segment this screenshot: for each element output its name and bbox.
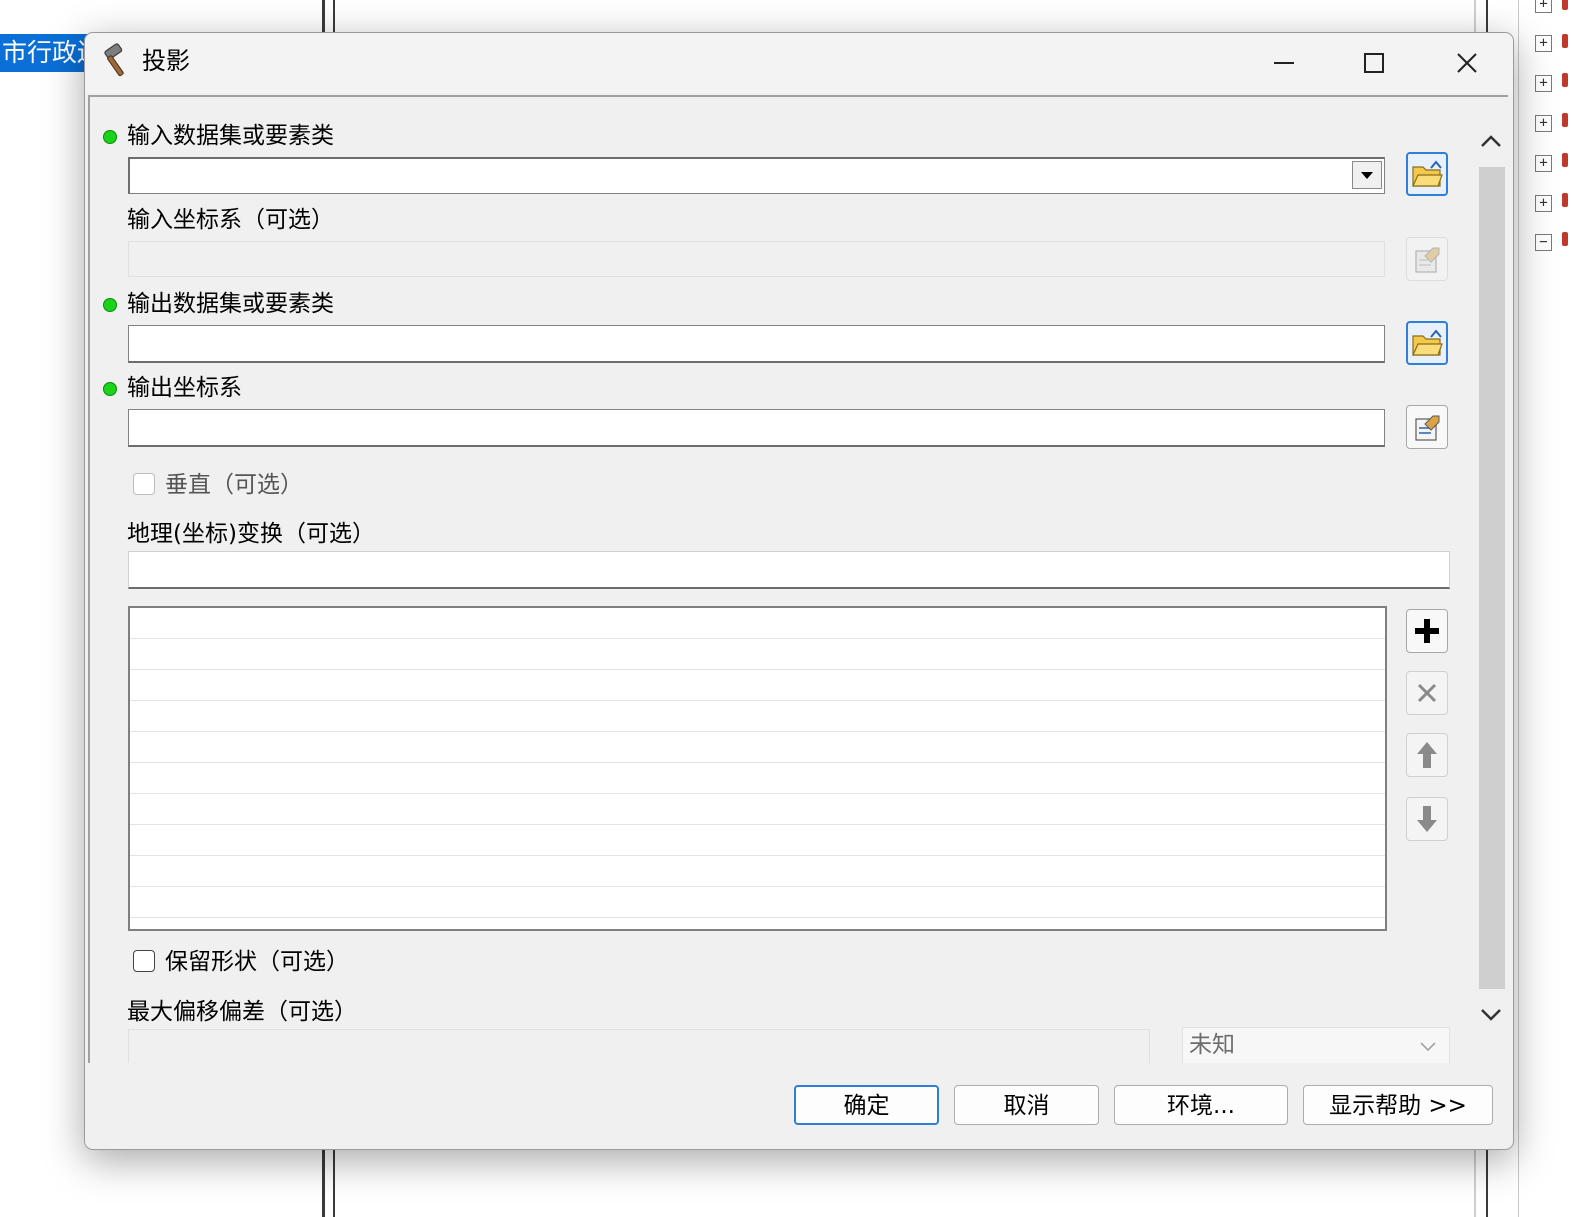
maximize-icon: [1364, 53, 1384, 73]
output-dataset-field[interactable]: [128, 325, 1385, 363]
list-item[interactable]: [130, 732, 1385, 763]
output-crs-properties-button[interactable]: [1406, 405, 1448, 449]
close-button[interactable]: [1421, 33, 1513, 93]
title-bar[interactable]: 投影: [85, 33, 1513, 93]
preserve-shape-checkbox[interactable]: [133, 950, 155, 972]
list-item[interactable]: [130, 670, 1385, 701]
max-deviation-unit-value: 未知: [1189, 1032, 1235, 1058]
chevron-down-icon: [1481, 1009, 1501, 1021]
max-deviation-label: 最大偏移偏差（可选）: [127, 999, 357, 1025]
scroll-up-button[interactable]: [1477, 127, 1505, 155]
tree-item-icon: [1562, 232, 1568, 246]
max-deviation-field: [128, 1029, 1150, 1064]
input-dataset-dropdown-button[interactable]: [1352, 161, 1382, 189]
scroll-down-button[interactable]: [1477, 1001, 1505, 1029]
geo-transform-field[interactable]: [128, 551, 1450, 589]
required-indicator-icon: [103, 382, 117, 396]
hammer-icon: [99, 43, 135, 79]
maximize-button[interactable]: [1328, 33, 1420, 93]
vertical-checkbox: [133, 473, 155, 495]
vertical-label: 垂直（可选）: [165, 472, 303, 498]
required-indicator-icon: [103, 130, 117, 144]
dialog-title: 投影: [142, 47, 190, 75]
open-folder-icon: [1412, 329, 1443, 356]
input-dataset-label: 输入数据集或要素类: [127, 123, 334, 149]
scrollbar-thumb[interactable]: [1479, 167, 1505, 989]
chevron-down-icon: [1361, 172, 1373, 179]
tree-expand-icon[interactable]: +: [1535, 155, 1552, 172]
tree-item-icon: [1562, 193, 1568, 207]
open-folder-icon: [1412, 160, 1443, 187]
add-transformation-button[interactable]: [1406, 609, 1448, 653]
output-dataset-label: 输出数据集或要素类: [127, 291, 334, 317]
chevron-up-icon: [1481, 135, 1501, 147]
minimize-button[interactable]: [1238, 33, 1330, 93]
add-icon: [1415, 619, 1439, 643]
list-item[interactable]: [130, 887, 1385, 918]
preserve-shape-label: 保留形状（可选）: [165, 949, 349, 975]
tree-expand-icon[interactable]: +: [1535, 115, 1552, 132]
browse-output-button[interactable]: [1406, 321, 1448, 365]
projection-dialog: 投影 输入数据集或要素类 输入坐标系（可选） 输出数据集或要素类 输出坐标系 垂…: [84, 32, 1514, 1150]
tree-expand-icon[interactable]: +: [1535, 75, 1552, 92]
ok-button[interactable]: 确定: [794, 1085, 939, 1125]
input-crs-properties-button: [1406, 237, 1448, 281]
crs-properties-icon: [1415, 247, 1440, 273]
remove-icon: [1417, 683, 1437, 703]
max-deviation-unit-select: 未知: [1182, 1027, 1450, 1064]
tree-item-icon: [1562, 73, 1568, 87]
browse-input-button[interactable]: [1406, 152, 1448, 196]
geo-transform-label: 地理(坐标)变换（可选）: [127, 521, 375, 547]
show-help-button[interactable]: 显示帮助 >>: [1303, 1085, 1493, 1125]
tree-item-icon: [1562, 0, 1568, 10]
transformation-list[interactable]: [128, 606, 1387, 931]
environments-button[interactable]: 环境...: [1114, 1085, 1288, 1125]
input-crs-label: 输入坐标系（可选）: [127, 207, 334, 233]
tree-collapse-icon[interactable]: −: [1535, 234, 1552, 251]
background-catalog-tree: [1518, 0, 1571, 1217]
list-item[interactable]: [130, 794, 1385, 825]
tree-expand-icon[interactable]: +: [1535, 35, 1552, 52]
tree-item-icon: [1562, 153, 1568, 167]
output-crs-field[interactable]: [128, 409, 1385, 447]
dialog-footer: 确定 取消 环境... 显示帮助 >>: [85, 1063, 1513, 1149]
list-item[interactable]: [130, 825, 1385, 856]
cancel-button[interactable]: 取消: [954, 1085, 1099, 1125]
crs-properties-icon: [1415, 415, 1440, 441]
required-indicator-icon: [103, 298, 117, 312]
list-item[interactable]: [130, 608, 1385, 639]
close-icon: [1457, 53, 1477, 73]
list-item[interactable]: [130, 856, 1385, 887]
list-item[interactable]: [130, 701, 1385, 732]
output-crs-label: 输出坐标系: [127, 375, 242, 401]
input-crs-field: [128, 241, 1385, 277]
move-up-icon: [1417, 742, 1437, 768]
vertical-scrollbar[interactable]: [1473, 125, 1508, 1064]
minimize-icon: [1274, 62, 1294, 64]
chevron-down-icon: [1420, 1042, 1436, 1052]
tree-item-icon: [1562, 113, 1568, 127]
list-item[interactable]: [130, 639, 1385, 670]
move-down-button[interactable]: [1406, 797, 1448, 841]
input-dataset-combobox[interactable]: [128, 157, 1385, 194]
remove-transformation-button[interactable]: [1406, 671, 1448, 715]
move-up-button[interactable]: [1406, 733, 1448, 777]
tree-expand-icon[interactable]: +: [1535, 195, 1552, 212]
move-down-icon: [1417, 806, 1437, 832]
tree-item-icon: [1562, 34, 1568, 48]
list-item[interactable]: [130, 763, 1385, 794]
tree-expand-icon[interactable]: +: [1535, 0, 1552, 13]
parameters-panel[interactable]: 输入数据集或要素类 输入坐标系（可选） 输出数据集或要素类 输出坐标系 垂直（可…: [88, 95, 1508, 1064]
